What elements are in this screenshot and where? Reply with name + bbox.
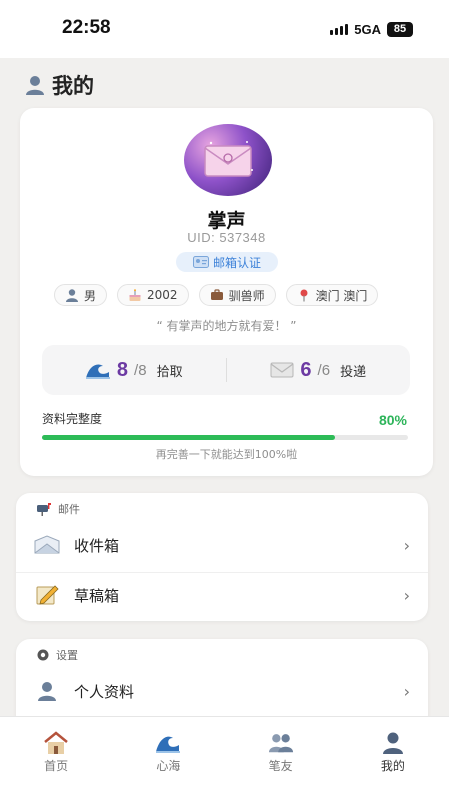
draft-icon bbox=[34, 582, 60, 608]
inbox-icon bbox=[34, 532, 60, 558]
profile-info-row[interactable]: 个人资料 › bbox=[16, 667, 428, 715]
user-id: UID: 537348 bbox=[187, 230, 266, 245]
progress-fill bbox=[42, 435, 335, 440]
section-title: 设置 bbox=[56, 649, 78, 662]
page-title: 我的 bbox=[24, 70, 94, 100]
network-label: 5GA bbox=[354, 22, 381, 37]
completeness-hint: 再完善一下就能达到100%啦 bbox=[155, 448, 298, 461]
chevron-right-icon: › bbox=[403, 536, 410, 555]
mail-stats: 8/8 拾取 6/6 投递 bbox=[42, 345, 410, 395]
motto: “ 有掌声的地方就有爱！ ” bbox=[156, 319, 297, 333]
house-icon bbox=[43, 731, 69, 755]
envelope-icon bbox=[204, 141, 253, 177]
briefcase-icon bbox=[210, 289, 223, 300]
person-icon bbox=[380, 731, 406, 755]
tab-mine[interactable]: 我的 bbox=[337, 717, 449, 800]
stat-count: 8 bbox=[116, 358, 129, 381]
tab-label: 首页 bbox=[44, 759, 69, 773]
status-time: 22:58 bbox=[62, 17, 111, 38]
people-icon bbox=[268, 731, 294, 755]
email-verified-badge[interactable]: 邮箱认证 bbox=[176, 252, 278, 272]
stat-label: 拾取 bbox=[156, 364, 183, 380]
id-card-icon bbox=[192, 256, 209, 268]
tag-location: 澳门 澳门 bbox=[285, 284, 379, 306]
gear-icon bbox=[37, 649, 49, 661]
profile-tags: 男 2002 驯兽师 澳门 澳门 bbox=[54, 284, 379, 306]
profile-info-label: 个人资料 bbox=[74, 682, 135, 701]
person-icon bbox=[34, 678, 60, 704]
tag-label: 驯兽师 bbox=[228, 288, 265, 303]
stat-total: /8 bbox=[134, 361, 147, 379]
stat-count: 6 bbox=[300, 358, 312, 381]
status-indicators: 5GA 85 bbox=[330, 22, 413, 37]
tab-pen-pals[interactable]: 笔友 bbox=[225, 717, 337, 800]
drafts-label: 草稿箱 bbox=[74, 586, 120, 605]
section-header: 设置 bbox=[36, 647, 78, 663]
tag-label: 澳门 澳门 bbox=[315, 288, 368, 303]
tab-label: 笔友 bbox=[268, 759, 293, 773]
mail-section: 邮件 收件箱 › 草稿箱 › bbox=[16, 493, 428, 621]
drafts-row[interactable]: 草稿箱 › bbox=[16, 571, 428, 619]
stat-label: 投递 bbox=[340, 364, 367, 380]
stat-total: /6 bbox=[317, 361, 331, 379]
avatar[interactable] bbox=[184, 124, 272, 196]
tag-label: 2002 bbox=[147, 288, 178, 302]
chevron-right-icon: › bbox=[403, 682, 410, 701]
person-icon bbox=[66, 289, 78, 302]
stat-picked[interactable]: 8/8 拾取 bbox=[42, 359, 226, 382]
person-icon bbox=[26, 76, 44, 95]
section-header: 邮件 bbox=[36, 501, 80, 517]
verify-label: 邮箱认证 bbox=[212, 255, 261, 270]
tab-heart-sea[interactable]: 心海 bbox=[112, 717, 224, 800]
stat-delivered[interactable]: 6/6 投递 bbox=[227, 359, 411, 382]
status-bar: 22:58 5GA 85 bbox=[0, 0, 449, 58]
inbox-label: 收件箱 bbox=[74, 536, 120, 555]
mailbox-icon bbox=[37, 503, 51, 516]
tag-label: 男 bbox=[84, 288, 97, 303]
pin-icon bbox=[300, 289, 308, 302]
wave-icon bbox=[155, 731, 181, 755]
section-title: 邮件 bbox=[58, 503, 80, 516]
completeness-value: 80% bbox=[378, 412, 407, 428]
bottom-tab-bar: 首页 心海 笔友 我的 bbox=[0, 716, 449, 800]
page-title-text: 我的 bbox=[52, 74, 94, 98]
profile-card: 掌声 UID: 537348 邮箱认证 男 2002 驯兽师 澳门 澳门 “ 有… bbox=[20, 108, 433, 476]
battery-icon: 85 bbox=[387, 22, 413, 37]
mail-icon bbox=[270, 362, 294, 378]
nickname: 掌声 bbox=[207, 210, 246, 232]
tag-gender: 男 bbox=[54, 284, 108, 306]
completeness-label: 资料完整度 bbox=[42, 412, 103, 426]
chevron-right-icon: › bbox=[403, 586, 410, 605]
tab-home[interactable]: 首页 bbox=[0, 717, 112, 800]
tab-label: 我的 bbox=[380, 759, 405, 773]
inbox-row[interactable]: 收件箱 › bbox=[16, 521, 428, 569]
signal-icon bbox=[330, 24, 349, 35]
tab-label: 心海 bbox=[156, 759, 181, 773]
completeness-progress-bar bbox=[42, 435, 408, 440]
tag-occupation: 驯兽师 bbox=[198, 284, 276, 306]
wave-icon bbox=[85, 364, 110, 379]
cake-icon bbox=[129, 289, 141, 301]
tag-birth-year: 2002 bbox=[117, 284, 189, 306]
